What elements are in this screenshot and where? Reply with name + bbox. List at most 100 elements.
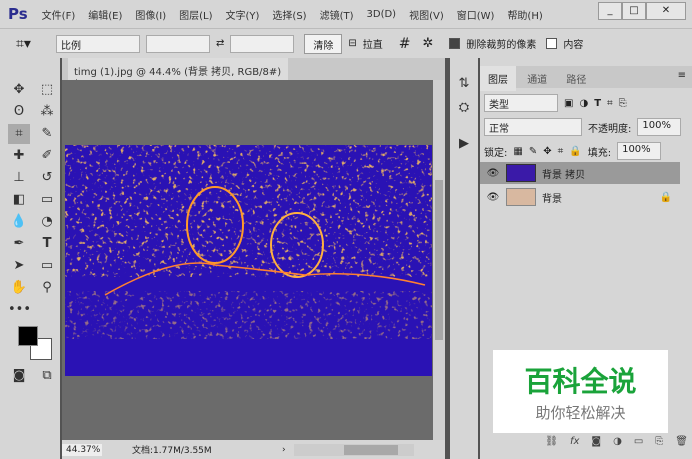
menu-image[interactable]: 图像(I) [135, 7, 166, 22]
vertical-scroll-thumb[interactable] [435, 180, 443, 340]
quick-mask-icon[interactable]: ◙ [8, 366, 30, 386]
horizontal-scrollbar[interactable] [293, 443, 414, 456]
visibility-eye-icon[interactable]: 👁 [480, 192, 506, 203]
more-tools-icon[interactable]: ••• [8, 300, 31, 320]
foreground-color-swatch[interactable] [18, 326, 38, 346]
magic-wand-icon[interactable]: ⁂ [36, 102, 58, 122]
filter-smart-object-icon[interactable]: ⎘ [619, 98, 627, 109]
clear-button[interactable]: 清除 [304, 33, 343, 54]
layer-row[interactable]: 👁 背景 拷贝 [480, 162, 680, 184]
layer-filter-select[interactable]: 类型 [484, 94, 558, 112]
menu-file[interactable]: 文件(F) [42, 7, 76, 22]
healing-brush-icon[interactable]: ✚ [8, 146, 30, 166]
menu-filter[interactable]: 滤镜(T) [320, 7, 354, 22]
pen-icon[interactable]: ✒ [8, 234, 30, 254]
lock-icon: 🔒 [659, 191, 672, 203]
filter-type-icon[interactable]: T [594, 98, 601, 109]
history-icon[interactable]: ⇅ [453, 74, 475, 94]
menu-edit[interactable]: 编辑(E) [88, 7, 122, 22]
type-tool-icon[interactable]: T [36, 234, 58, 254]
blend-mode-select[interactable]: 正常 [484, 118, 582, 136]
vertical-scrollbar[interactable] [433, 80, 445, 440]
brush-icon[interactable]: ✐ [36, 146, 58, 166]
eraser-icon[interactable]: ◧ [8, 190, 30, 210]
minimize-button[interactable]: _ [598, 2, 622, 20]
content-aware-checkbox[interactable] [546, 38, 558, 49]
fill-label: 填充: [587, 147, 612, 159]
filter-shape-icon[interactable]: ⌗ [607, 98, 613, 109]
gradient-icon[interactable]: ▭ [36, 190, 58, 210]
maximize-button[interactable]: □ [622, 2, 646, 20]
zoom-level[interactable]: 44.37% [62, 443, 102, 456]
panel-menu-icon[interactable]: ≡ [678, 70, 686, 81]
fill-input[interactable]: 100% [617, 142, 662, 160]
menu-layer[interactable]: 图层(L) [179, 7, 212, 22]
dodge-icon[interactable]: ◔ [36, 212, 58, 232]
eyedropper-icon[interactable]: ✎ [36, 124, 58, 144]
horizontal-scroll-thumb[interactable] [343, 444, 398, 455]
status-menu-icon[interactable]: › [282, 445, 286, 455]
delete-layer-icon[interactable]: 🗑 [675, 436, 688, 447]
lock-position-icon[interactable]: ✥ [543, 146, 551, 157]
delete-cropped-checkbox[interactable] [449, 38, 461, 49]
link-layers-icon[interactable]: ⛓ [545, 436, 558, 447]
blur-icon[interactable]: 💧 [8, 212, 30, 232]
delete-cropped-label: 删除裁剪的像素 [466, 40, 537, 51]
watermark-title: 百科全说 [524, 365, 637, 398]
layer-name[interactable]: 背景 拷贝 [542, 166, 585, 181]
marquee-tool-icon[interactable]: ⬚ [36, 80, 58, 100]
straighten-button[interactable]: 拉直 [363, 36, 383, 51]
height-input[interactable] [230, 34, 295, 53]
new-layer-icon[interactable]: ⎘ [655, 436, 663, 447]
zoom-tool-icon[interactable]: ⚲ [36, 278, 58, 298]
filter-adjustment-icon[interactable]: ◑ [579, 98, 588, 109]
gear-icon[interactable]: ✲ [423, 36, 434, 51]
document-image[interactable] [65, 145, 432, 376]
tab-channels[interactable]: 通道 [519, 66, 555, 91]
lasso-tool-icon[interactable]: ʘ [8, 102, 30, 122]
actions-play-icon[interactable]: ▶ [453, 134, 475, 154]
adjustment-layer-icon[interactable]: ◑ [613, 436, 622, 447]
clone-stamp-icon[interactable]: ⊥ [8, 168, 30, 188]
opacity-input[interactable]: 100% [637, 118, 682, 136]
ratio-select[interactable]: 比例 [56, 34, 140, 53]
fx-icon[interactable]: fx [570, 436, 579, 447]
layer-thumbnail [506, 188, 536, 206]
new-group-icon[interactable]: ▭ [634, 436, 643, 447]
crop-tool-icon[interactable]: ⌗ [8, 124, 30, 144]
rectangle-tool-icon[interactable]: ▭ [36, 256, 58, 276]
lock-artboard-icon[interactable]: ⌗ [558, 146, 564, 157]
menu-select[interactable]: 选择(S) [272, 7, 306, 22]
content-aware-label: 内容 [563, 40, 584, 51]
tab-layers[interactable]: 图层 [480, 66, 516, 91]
filter-pixel-icon[interactable]: ▣ [564, 98, 573, 109]
screen-mode-icon[interactable]: ⧉ [36, 366, 58, 386]
crop-tool-preset-icon[interactable]: ⌗▾ [16, 36, 50, 52]
tab-paths[interactable]: 路径 [558, 66, 594, 91]
lock-transparent-icon[interactable]: ▦ [513, 146, 522, 157]
menu-3d[interactable]: 3D(D) [367, 9, 397, 20]
document-tab[interactable]: timg (1).jpg @ 44.4% (背景 拷贝, RGB/8#) * × [68, 58, 288, 89]
path-selection-icon[interactable]: ➤ [8, 256, 30, 276]
layer-row[interactable]: 👁 背景 🔒 [480, 186, 680, 208]
visibility-eye-icon[interactable]: 👁 [480, 168, 506, 179]
add-mask-icon[interactable]: ◙ [591, 436, 601, 447]
3d-icon[interactable]: ⛭ [453, 98, 475, 118]
move-tool-icon[interactable]: ✥ [8, 80, 30, 100]
width-input[interactable] [146, 34, 210, 53]
straighten-icon[interactable]: ⊟ [348, 38, 356, 49]
overlay-grid-icon[interactable]: # [399, 36, 411, 52]
menu-window[interactable]: 窗口(W) [457, 7, 495, 22]
lock-pixels-icon[interactable]: ✎ [529, 146, 537, 157]
menu-bar: Ps 文件(F) 编辑(E) 图像(I) 图层(L) 文字(Y) 选择(S) 滤… [0, 0, 692, 28]
menu-type[interactable]: 文字(Y) [226, 7, 260, 22]
swap-icon[interactable]: ⇄ [216, 38, 224, 49]
menu-view[interactable]: 视图(V) [409, 7, 444, 22]
lock-all-icon[interactable]: 🔒 [569, 146, 581, 157]
hand-tool-icon[interactable]: ✋ [8, 278, 30, 298]
menu-help[interactable]: 帮助(H) [507, 7, 542, 22]
layer-thumbnail [506, 164, 536, 182]
history-brush-icon[interactable]: ↺ [36, 168, 58, 188]
close-button[interactable]: ✕ [646, 2, 686, 20]
layer-name[interactable]: 背景 [542, 190, 660, 205]
